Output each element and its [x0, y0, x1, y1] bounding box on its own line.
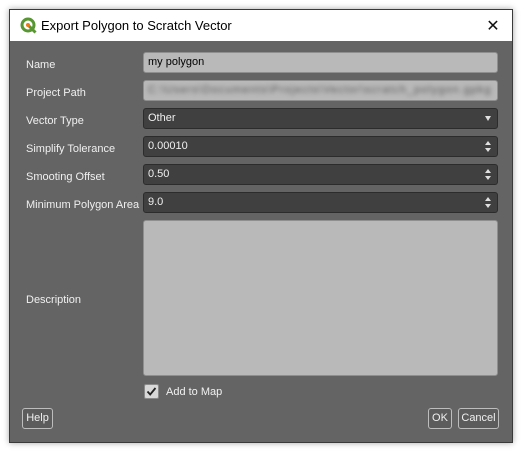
vector-type-value: Other — [148, 112, 176, 124]
project-path-input[interactable]: C:\Users\Documents\Projects\Vector\scrat… — [143, 80, 498, 101]
minimum-polygon-area-label: Minimum Polygon Area — [26, 199, 140, 211]
name-label: Name — [26, 59, 56, 71]
window-title: Export Polygon to Scratch Vector — [41, 18, 232, 33]
simplify-tolerance-spinbox[interactable]: 0.00010 — [143, 136, 498, 157]
minimum-polygon-area-value: 9.0 — [148, 196, 164, 208]
vector-type-label: Vector Type — [26, 115, 84, 127]
cancel-button[interactable]: Cancel — [458, 408, 499, 429]
smoothing-offset-spinbox[interactable]: 0.50 — [143, 164, 498, 185]
title-bar: Export Polygon to Scratch Vector ✕ — [10, 10, 512, 41]
export-polygon-dialog: Export Polygon to Scratch Vector ✕ Name … — [9, 9, 513, 443]
checkmark-icon — [146, 387, 157, 396]
name-input[interactable]: my polygon — [143, 52, 498, 73]
description-label: Description — [26, 294, 82, 306]
spin-arrows-icon[interactable] — [485, 197, 491, 209]
add-to-map-label: Add to Map — [166, 386, 223, 398]
vector-type-select[interactable]: Other — [143, 108, 498, 129]
description-textarea[interactable] — [143, 220, 498, 376]
help-button[interactable]: Help — [22, 408, 53, 429]
spin-arrows-icon[interactable] — [485, 141, 491, 153]
spin-arrows-icon[interactable] — [485, 169, 491, 181]
simplify-tolerance-value: 0.00010 — [148, 140, 188, 152]
minimum-polygon-area-spinbox[interactable]: 9.0 — [143, 192, 498, 213]
smoothing-offset-value: 0.50 — [148, 168, 170, 180]
close-button[interactable]: ✕ — [480, 13, 506, 38]
qgis-logo-icon — [20, 17, 37, 34]
simplify-tolerance-label: Simplify Tolerance — [26, 143, 116, 155]
project-path-label: Project Path — [26, 87, 86, 99]
smoothing-offset-label: Smooting Offset — [26, 171, 105, 183]
project-path-value: C:\Users\Documents\Projects\Vector\scrat… — [148, 84, 492, 96]
chevron-down-icon — [485, 116, 491, 121]
ok-button[interactable]: OK — [428, 408, 452, 429]
close-icon: ✕ — [486, 17, 500, 35]
add-to-map-checkbox[interactable] — [144, 384, 159, 399]
